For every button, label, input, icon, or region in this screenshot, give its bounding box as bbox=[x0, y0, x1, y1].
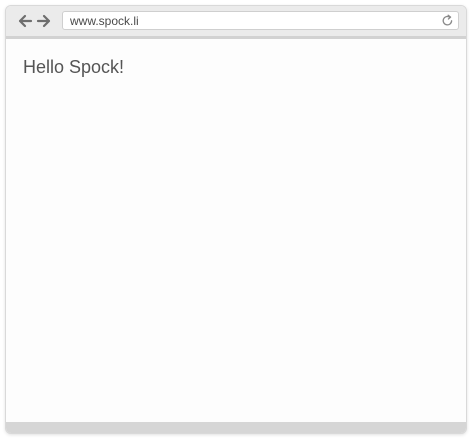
browser-window: www.spock.li Hello Spock! bbox=[5, 5, 467, 434]
arrow-left-icon bbox=[18, 14, 33, 28]
address-bar[interactable]: www.spock.li bbox=[62, 11, 459, 30]
browser-status-bar bbox=[6, 422, 466, 433]
address-bar-url[interactable]: www.spock.li bbox=[70, 14, 139, 28]
arrow-right-icon bbox=[36, 14, 51, 28]
forward-button[interactable] bbox=[35, 12, 53, 30]
page-content: Hello Spock! bbox=[6, 39, 466, 422]
reload-button[interactable] bbox=[441, 14, 454, 27]
reload-icon bbox=[442, 14, 453, 26]
page-heading: Hello Spock! bbox=[23, 57, 125, 77]
browser-toolbar: www.spock.li bbox=[6, 6, 466, 39]
back-button[interactable] bbox=[16, 12, 34, 30]
